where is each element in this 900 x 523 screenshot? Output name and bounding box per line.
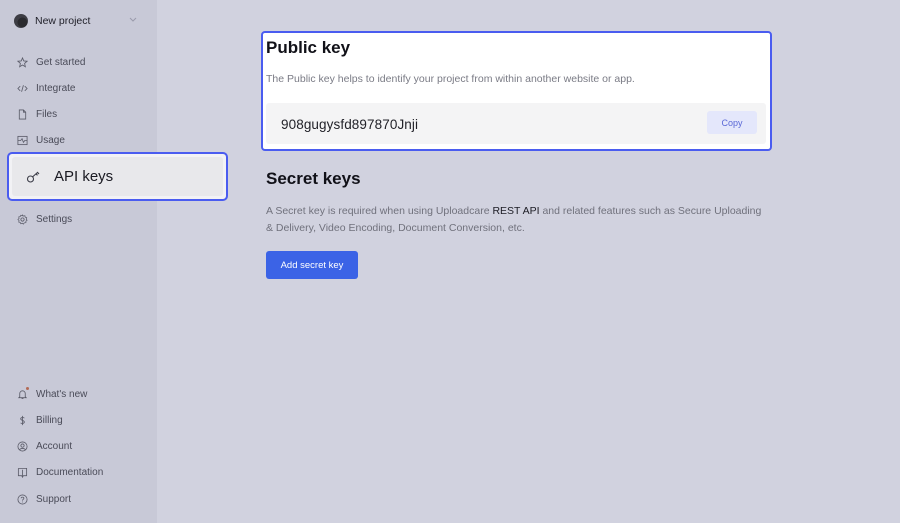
sidebar-item-support[interactable]: Support [16,491,71,507]
sidebar-item-integrate[interactable]: Integrate [16,80,75,96]
sidebar-item-whats-new[interactable]: What's new [16,386,87,402]
project-avatar [14,14,28,28]
sidebar-item-label: Documentation [36,466,104,478]
chart-icon [16,134,28,146]
sidebar-item-label: What's new [36,388,88,400]
secret-keys-title: Secret keys [266,169,361,188]
sidebar-item-label: Billing [36,414,63,426]
dollar-icon [16,414,28,426]
secret-keys-description: A Secret key is required when using Uplo… [266,203,766,236]
star-icon [16,56,28,68]
sidebar-item-label: Account [36,440,73,452]
sidebar-item-label: Integrate [36,82,76,94]
sidebar-item-label: Get started [36,56,86,68]
add-secret-key-button[interactable]: Add secret key [266,251,358,279]
sidebar-item-files[interactable]: Files [16,106,57,122]
file-icon [16,108,28,120]
gear-icon [16,213,28,225]
project-name: New project [35,15,91,27]
sidebar-item-documentation[interactable]: Documentation [16,464,103,480]
sidebar-item-label: API keys [54,168,114,185]
sidebar-item-label: Settings [36,213,73,225]
secret-desc-text: A Secret key is required when using Uplo… [266,205,493,217]
main-content: Public key The Public key helps to ident… [157,0,900,523]
sidebar-item-settings[interactable]: Settings [16,211,72,227]
public-key-card: Public key The Public key helps to ident… [261,31,772,151]
bell-icon [16,387,29,400]
help-icon [16,493,28,505]
sidebar-item-label: Files [36,108,58,120]
app: New project Get started Integrate Files … [0,0,900,523]
public-key-value[interactable]: 908gugysfd897870Jnji [281,117,418,132]
code-icon [16,82,28,94]
public-key-title: Public key [266,38,351,57]
chevron-down-icon [129,17,137,22]
sidebar-item-billing[interactable]: Billing [16,412,63,428]
public-key-field: 908gugysfd897870Jnji Copy [266,103,766,144]
user-circle-icon [16,440,28,452]
sidebar-item-usage[interactable]: Usage [16,132,65,148]
book-icon [16,466,28,478]
sidebar: New project Get started Integrate Files … [0,0,228,523]
key-icon [26,170,42,184]
rest-api-link[interactable]: REST API [492,205,539,217]
sidebar-item-get-started[interactable]: Get started [16,54,85,70]
public-key-description: The Public key helps to identify your pr… [266,73,635,85]
copy-button[interactable]: Copy [707,111,757,134]
project-switcher[interactable]: New project [14,13,142,29]
notification-dot [26,387,29,390]
sidebar-item-label: Support [36,493,72,505]
sidebar-item-label: Usage [36,134,65,146]
sidebar-item-account[interactable]: Account [16,438,72,454]
